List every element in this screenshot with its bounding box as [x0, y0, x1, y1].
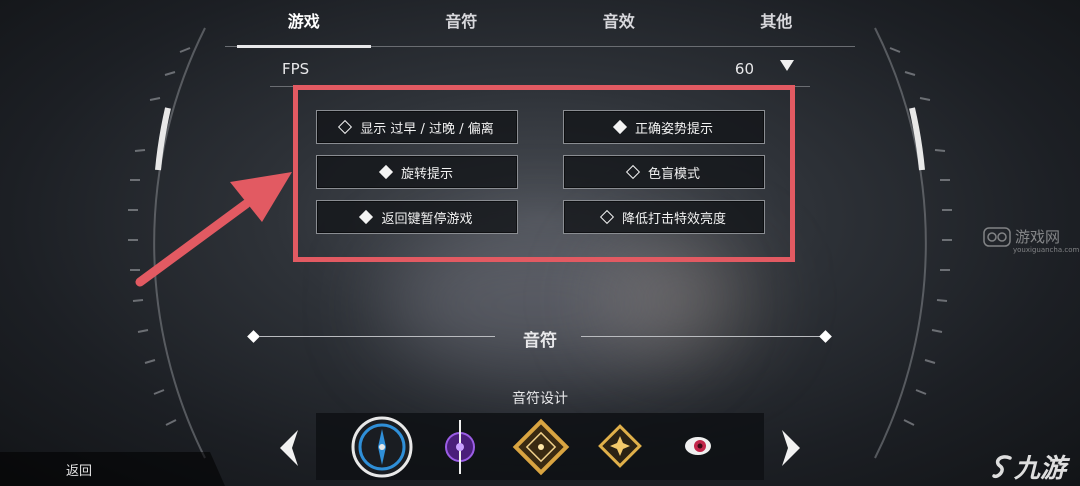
compass-note-icon[interactable] — [350, 415, 414, 479]
gold-diamond-note-icon[interactable] — [510, 416, 572, 478]
nine-game-logo-icon — [992, 455, 1012, 479]
red-orb-note-icon[interactable] — [682, 430, 714, 462]
next-arrow-icon[interactable] — [778, 428, 804, 468]
watermark-brand: 九游 — [1014, 454, 1067, 484]
watermark-logo-icon — [983, 226, 1011, 247]
back-label: 返回 — [66, 464, 93, 479]
note-design-label: 音符设计 — [512, 391, 568, 407]
watermark-text: 游戏网 — [1015, 228, 1061, 246]
divider — [581, 336, 821, 337]
prev-arrow-icon[interactable] — [276, 428, 302, 468]
purple-blade-note-icon[interactable] — [440, 418, 480, 476]
watermark-bottom: 九游 — [992, 448, 1066, 485]
notes-section-header: 音符 — [247, 320, 833, 354]
gold-star-note-icon[interactable] — [597, 423, 643, 469]
watermark-top: 游戏网 youxiguancha.com — [983, 226, 1079, 254]
back-button[interactable]: 返回 — [0, 452, 225, 486]
section-title: 音符 — [523, 331, 557, 351]
watermark-subtext: youxiguancha.com — [1013, 246, 1080, 254]
